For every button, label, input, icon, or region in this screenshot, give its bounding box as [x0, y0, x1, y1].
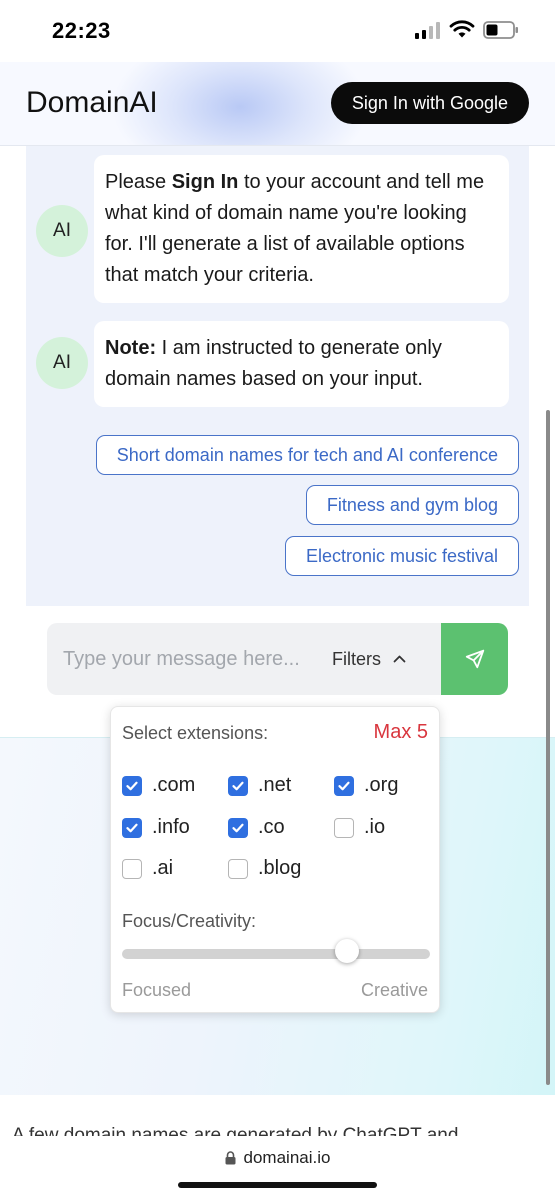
extension-option[interactable]: .blog: [228, 857, 301, 880]
checkbox-unchecked[interactable]: [228, 858, 248, 879]
checkmark-icon: [338, 781, 350, 790]
extension-option[interactable]: .com: [122, 774, 195, 797]
ai-avatar: AI: [36, 205, 88, 257]
extension-option[interactable]: .ai: [122, 857, 173, 880]
extension-label: .ai: [152, 857, 174, 879]
checkbox-unchecked[interactable]: [334, 817, 354, 838]
message-composer: Filters: [47, 623, 508, 695]
extension-label: .info: [152, 816, 190, 838]
extension-label: .net: [258, 774, 292, 796]
chat-panel: AI Please Sign In to your account and te…: [26, 146, 529, 606]
extension-option[interactable]: .info: [122, 816, 190, 839]
status-time: 22:23: [52, 18, 111, 43]
extension-label: .io: [364, 816, 386, 838]
checkmark-icon: [232, 781, 244, 790]
checkmark-icon: [126, 781, 138, 790]
app-header: DomainAI Sign In with Google: [0, 62, 555, 146]
checkbox-checked[interactable]: [228, 817, 248, 838]
cellular-signal-icon: [415, 21, 440, 39]
message-emphasis: Note:: [105, 337, 157, 359]
send-button[interactable]: [441, 623, 508, 695]
slider-max-label: Creative: [360, 980, 428, 1000]
extensions-label: Select extensions:: [122, 723, 269, 743]
page-scrollbar[interactable]: [546, 410, 550, 1085]
lock-icon: [225, 1151, 236, 1165]
message-text: I am instructed to generate only domain …: [105, 337, 442, 390]
status-icons: [415, 20, 519, 39]
url-text: domainai.io: [243, 1148, 331, 1167]
message-emphasis: Sign In: [171, 171, 239, 193]
checkmark-icon: [232, 823, 244, 832]
message-input[interactable]: [63, 623, 313, 695]
message-bubble: Please Sign In to your account and tell …: [94, 155, 509, 303]
send-icon: [465, 649, 484, 669]
creativity-slider-track[interactable]: [122, 949, 430, 959]
brand-logo[interactable]: DomainAI: [26, 86, 158, 120]
checkbox-unchecked[interactable]: [122, 858, 142, 879]
message-bubble: Note: I am instructed to generate only d…: [94, 321, 509, 407]
filters-label: Filters: [332, 648, 381, 669]
extension-label: .blog: [258, 857, 302, 879]
extension-option[interactable]: .net: [228, 774, 291, 797]
home-indicator: [178, 1182, 377, 1188]
ai-message: AI: [36, 155, 88, 257]
extension-option[interactable]: .io: [334, 816, 385, 839]
suggestion-button[interactable]: Fitness and gym blog: [305, 485, 519, 525]
checkbox-checked[interactable]: [122, 817, 142, 838]
battery-icon: [483, 20, 518, 39]
focus-creativity-label: Focus/Creativity:: [122, 911, 257, 931]
max-extensions-note: Max 5: [373, 721, 428, 743]
sign-in-google-button[interactable]: Sign In with Google: [330, 82, 529, 124]
extension-option[interactable]: .org: [334, 774, 398, 797]
filters-toggle[interactable]: Filters: [332, 623, 406, 695]
creativity-slider-thumb[interactable]: [334, 939, 359, 963]
url-display[interactable]: domainai.io: [0, 1148, 555, 1168]
chevron-up-icon: [393, 655, 406, 663]
filters-popover: Select extensions: Max 5 .com .net .org .in…: [110, 706, 440, 1013]
checkmark-icon: [126, 823, 138, 832]
extension-label: .org: [364, 774, 399, 796]
message-text: Please: [105, 171, 172, 193]
slider-min-label: Focused: [122, 980, 192, 1000]
checkbox-checked[interactable]: [334, 775, 354, 796]
extension-label: .com: [152, 774, 196, 796]
suggestion-button[interactable]: Short domain names for tech and AI confe…: [95, 435, 519, 475]
checkbox-checked[interactable]: [122, 775, 142, 796]
wifi-icon: [449, 20, 475, 38]
ai-message: AI: [36, 321, 88, 389]
extension-option[interactable]: .co: [228, 816, 285, 839]
suggestion-button[interactable]: Electronic music festival: [284, 536, 519, 576]
ai-avatar: AI: [36, 337, 88, 389]
extension-label: .co: [258, 816, 285, 838]
status-bar: 22:23: [0, 0, 555, 62]
checkbox-checked[interactable]: [228, 775, 248, 796]
